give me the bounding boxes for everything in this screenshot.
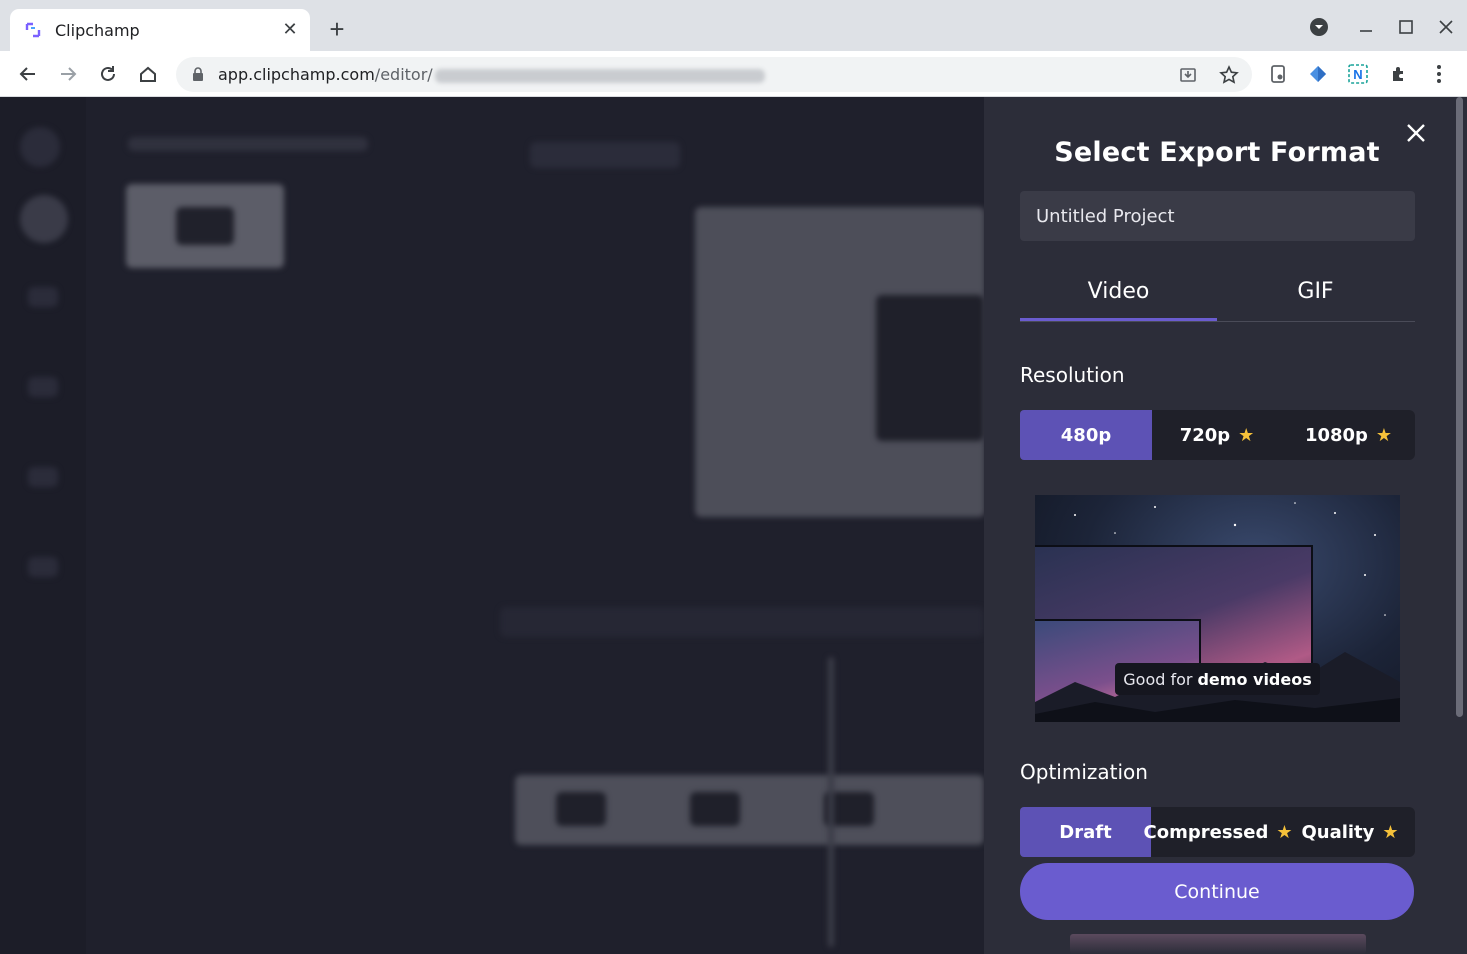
resolution-720p-button[interactable]: 720p ★ [1152,410,1282,460]
forward-arrow-icon[interactable] [54,60,82,88]
scrollbar-thumb[interactable] [1456,97,1463,717]
editor-blur-shape [28,377,58,397]
extension-doc-icon[interactable] [1264,60,1292,88]
optimization-compressed-button[interactable]: Compressed ★ [1144,807,1293,857]
url-redacted [434,68,765,83]
continue-button[interactable]: Continue [1020,863,1414,920]
extension-diamond-icon[interactable] [1304,60,1332,88]
minimize-icon[interactable] [1353,14,1379,40]
editor-blur-shape [500,607,984,637]
optimization-draft-button[interactable]: Draft [1020,807,1151,857]
optimization-quality-label: Quality [1301,821,1375,843]
editor-background [0,97,984,954]
reload-icon[interactable] [94,60,122,88]
resolution-selector: 480p 720p ★ 1080p ★ [1020,410,1415,460]
editor-blur-shape [176,207,234,245]
editor-blur-shape [690,792,740,826]
browser-toolbar: app.clipchamp.com/editor/ N [0,51,1467,97]
url-text: app.clipchamp.com/editor/ [218,65,765,84]
tab-gif[interactable]: GIF [1217,263,1414,321]
install-app-icon[interactable] [1174,61,1202,89]
preview-badge: Good for demo videos [1115,663,1320,695]
premium-star-icon: ★ [1375,424,1393,446]
bookmark-star-icon[interactable] [1215,61,1243,89]
optimization-draft-label: Draft [1059,821,1112,843]
editor-blur-shape [20,127,60,167]
browser-menu-icon[interactable] [1425,60,1453,88]
resolution-preview-image: Good for demo videos [1035,495,1400,722]
editor-blur-shape [28,287,58,307]
home-icon[interactable] [134,60,162,88]
editor-blur-shape [530,142,680,168]
optimization-compressed-label: Compressed [1143,821,1269,843]
panel-scrollbar[interactable] [1452,97,1467,954]
tab-title: Clipchamp [55,21,140,40]
resolution-480p-label: 480p [1060,424,1112,446]
editor-blur-playhead [828,657,834,947]
new-tab-button[interactable]: + [322,14,352,44]
resolution-1080p-label: 1080p [1304,424,1368,446]
editor-blur-shape [128,137,368,151]
optimization-selector: Draft Compressed ★ Quality ★ [1020,807,1415,857]
premium-star-icon: ★ [1238,424,1255,446]
tab-video[interactable]: Video [1020,263,1217,321]
lock-icon [193,67,203,81]
resolution-label: Resolution [1020,363,1125,387]
resolution-720p-label: 720p [1179,424,1231,446]
resolution-480p-button[interactable]: 480p [1020,410,1152,460]
format-tabs: Video GIF [1020,263,1415,322]
export-panel: Select Export Format Video GIF Resolutio… [984,97,1467,954]
back-arrow-icon[interactable] [14,60,42,88]
svg-text:N: N [1353,67,1362,82]
premium-star-icon: ★ [1382,821,1399,843]
extension-n-icon[interactable]: N [1344,60,1372,88]
editor-blur-shape [28,557,58,577]
address-bar[interactable]: app.clipchamp.com/editor/ [176,57,1252,92]
editor-blur-shape [28,467,58,487]
profile-dropdown-icon[interactable] [1306,14,1332,40]
next-preview-peek [1070,934,1366,954]
tab-close-icon[interactable]: ✕ [280,19,300,39]
editor-blur-shape [876,295,984,441]
browser-tabbar: Clipchamp ✕ + [0,0,1467,51]
optimization-label: Optimization [1020,760,1148,784]
badge-bold: demo videos [1197,669,1312,689]
panel-title: Select Export Format [1054,137,1380,168]
browser-tab[interactable]: Clipchamp ✕ [10,9,310,51]
extensions-puzzle-icon[interactable] [1385,60,1413,88]
optimization-quality-button[interactable]: Quality ★ [1285,807,1415,857]
window-close-icon[interactable] [1433,14,1459,40]
resolution-1080p-button[interactable]: 1080p ★ [1282,410,1415,460]
badge-prefix: Good for [1123,669,1193,689]
clipchamp-favicon-icon [25,22,41,38]
project-name-input[interactable] [1020,191,1415,241]
editor-blur-shape [556,792,606,826]
maximize-icon[interactable] [1393,14,1419,40]
editor-blur-shape [20,195,68,243]
